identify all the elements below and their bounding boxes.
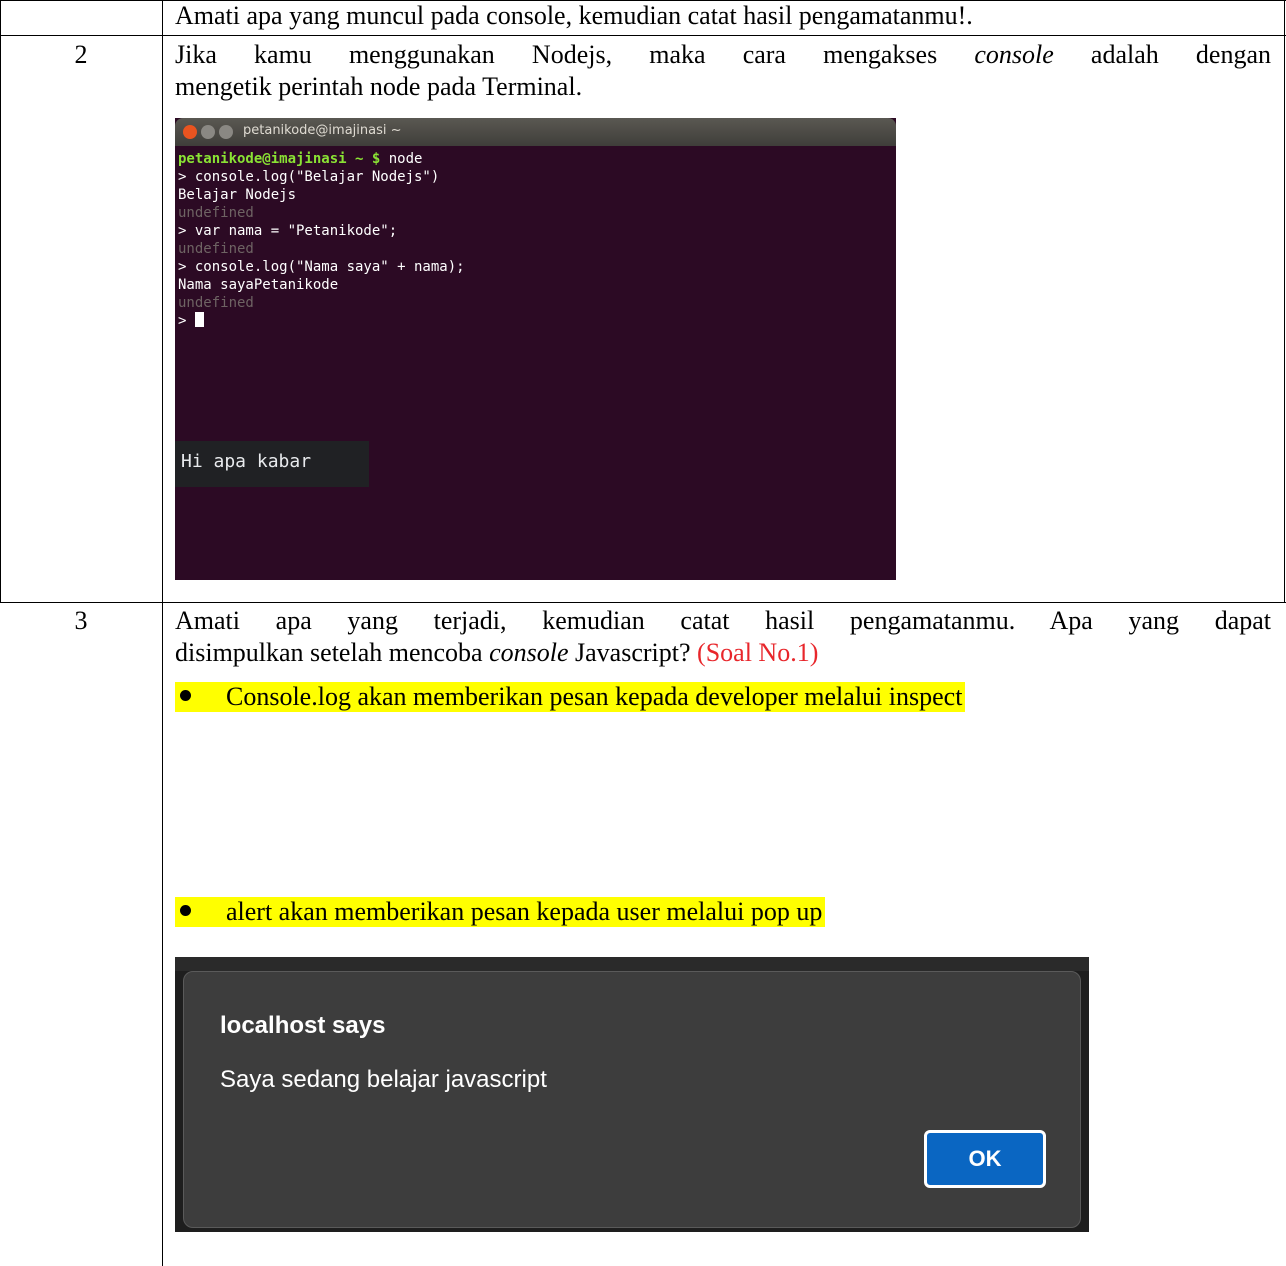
console-output-snippet: Hi apa kabar — [175, 441, 369, 487]
terminal-line: Belajar Nodejs — [178, 187, 297, 203]
row2-line1-text: Jika kamu menggunakan Nodejs, maka cara … — [175, 40, 975, 69]
console-output-text: Hi apa kabar — [181, 451, 312, 472]
bullet-alert-text: alert akan memberikan pesan kepada user … — [226, 897, 823, 926]
terminal-line: Nama sayaPetanikode — [178, 277, 339, 293]
alert-message: Saya sedang belajar javascript — [220, 1066, 547, 1093]
minimize-icon[interactable] — [201, 125, 215, 139]
terminal-line: undefined — [178, 205, 254, 221]
terminal-prompt: petanikode@imajinasi ~ $ — [178, 151, 381, 167]
browser-strip — [175, 957, 1089, 971]
bullet-alert: alert akan memberikan pesan kepada user … — [175, 897, 826, 927]
row3-line2-text-end: Javascript? — [568, 638, 698, 667]
terminal-prompt-line: > — [178, 312, 893, 330]
row3-line2-emphasis: console — [489, 638, 569, 667]
table-border-left — [0, 0, 1, 603]
maximize-icon[interactable] — [219, 125, 233, 139]
table-column-divider — [162, 0, 163, 1266]
row2-line2: mengetik perintah node pada Terminal. — [175, 72, 583, 101]
table-row-divider — [0, 602, 1286, 603]
alert-screenshot: localhost says Saya sedang belajar javas… — [175, 957, 1089, 1232]
terminal-line: undefined — [178, 295, 254, 311]
table-border-right — [1284, 0, 1285, 603]
terminal-line: > console.log("Nama saya" + nama); — [178, 259, 465, 275]
row3-line2-text: disimpulkan setelah mencoba — [175, 638, 490, 667]
bullet-icon — [180, 905, 191, 916]
row3-line1: Amati apa yang terjadi, kemudian catat h… — [175, 606, 1271, 635]
terminal-cursor — [194, 312, 204, 327]
table-row-divider — [0, 35, 1286, 36]
alert-dialog: localhost says Saya sedang belajar javas… — [183, 971, 1081, 1228]
bullet-console-log-text: Console.log akan memberikan pesan kepada… — [226, 682, 963, 711]
terminal-line: > — [178, 313, 195, 329]
terminal-output[interactable]: petanikode@imajinasi ~ $ node > console.l… — [175, 146, 896, 334]
alert-title: localhost says — [220, 1012, 386, 1039]
row3-line2: disimpulkan setelah mencoba console Java… — [175, 638, 818, 668]
close-icon[interactable] — [183, 125, 197, 139]
row1-text: Amati apa yang muncul pada console, kemu… — [175, 1, 973, 30]
row2-line1: Jika kamu menggunakan Nodejs, maka cara … — [175, 40, 1271, 70]
row2-line1-emphasis: console — [974, 40, 1054, 69]
bullet-icon — [180, 690, 191, 701]
document-page: Amati apa yang muncul pada console, kemu… — [0, 0, 1286, 1266]
terminal-window: petanikode@imajinasi ~ petanikode@imajin… — [175, 118, 896, 580]
terminal-line: undefined — [178, 241, 254, 257]
row2-number: 2 — [74, 40, 88, 69]
bullet-console-log: Console.log akan memberikan pesan kepada… — [175, 682, 966, 712]
row2-line1-text-end: adalah dengan — [1053, 40, 1271, 69]
terminal-command: node — [380, 151, 423, 167]
row3-number: 3 — [74, 606, 88, 635]
question-reference: (Soal No.1) — [697, 638, 819, 667]
terminal-titlebar: petanikode@imajinasi ~ — [175, 118, 896, 146]
terminal-line: > var nama = "Petanikode"; — [178, 223, 398, 239]
terminal-line: > console.log("Belajar Nodejs") — [178, 169, 440, 185]
ok-button[interactable]: OK — [924, 1130, 1046, 1188]
terminal-title: petanikode@imajinasi ~ — [243, 123, 402, 138]
terminal-command-line: petanikode@imajinasi ~ $ node — [178, 150, 893, 168]
